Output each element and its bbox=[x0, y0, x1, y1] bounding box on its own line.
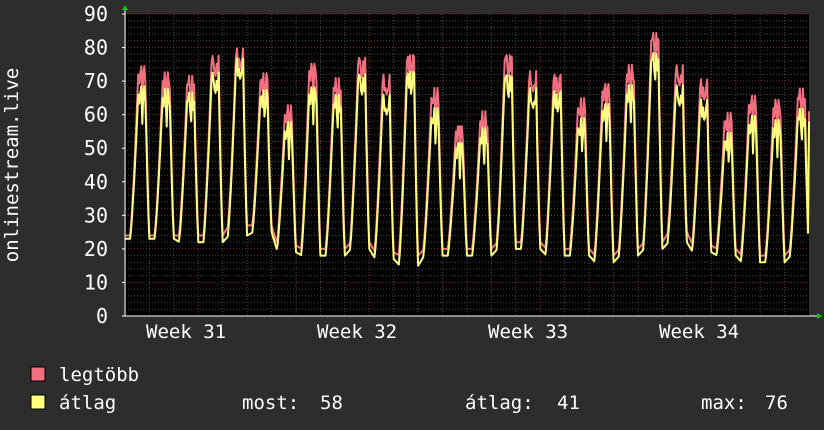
x-tick-label: Week 34 bbox=[659, 321, 739, 343]
x-tick-label: Week 31 bbox=[146, 321, 226, 343]
legend-label-atlag: átlag bbox=[59, 392, 116, 414]
stat-avg-label: átlag: bbox=[465, 392, 534, 414]
y-tick-label: 50 bbox=[84, 136, 108, 160]
stat-max-value: 76 bbox=[765, 392, 788, 414]
y-tick-label: 0 bbox=[96, 304, 108, 328]
y-tick-label: 40 bbox=[84, 170, 108, 194]
stat-now-value: 58 bbox=[320, 392, 343, 414]
y-tick-label: 70 bbox=[84, 69, 108, 93]
y-tick-label: 80 bbox=[84, 36, 108, 60]
stat-now-label: most: bbox=[242, 392, 299, 414]
y-tick-label: 30 bbox=[84, 203, 108, 227]
y-tick-label: 10 bbox=[84, 270, 108, 294]
x-tick-label: Week 33 bbox=[488, 321, 568, 343]
stat-max-label: max: bbox=[701, 392, 747, 414]
y-tick-label: 60 bbox=[84, 103, 108, 127]
legend-swatch-legtobb bbox=[30, 366, 46, 382]
y-tick-label: 20 bbox=[84, 237, 108, 261]
legend-label-legtobb: legtöbb bbox=[59, 364, 139, 386]
stat-avg-value: 41 bbox=[557, 392, 580, 414]
x-tick-label: Week 32 bbox=[317, 321, 397, 343]
y-axis-label: onlinestream.live bbox=[1, 68, 23, 262]
rrd-graph: 0 10 20 30 40 50 60 70 80 90 Week 31 Week 32 Week 3… bbox=[0, 0, 824, 430]
legend-swatch-atlag bbox=[30, 394, 46, 410]
y-tick-label: 90 bbox=[84, 2, 108, 26]
